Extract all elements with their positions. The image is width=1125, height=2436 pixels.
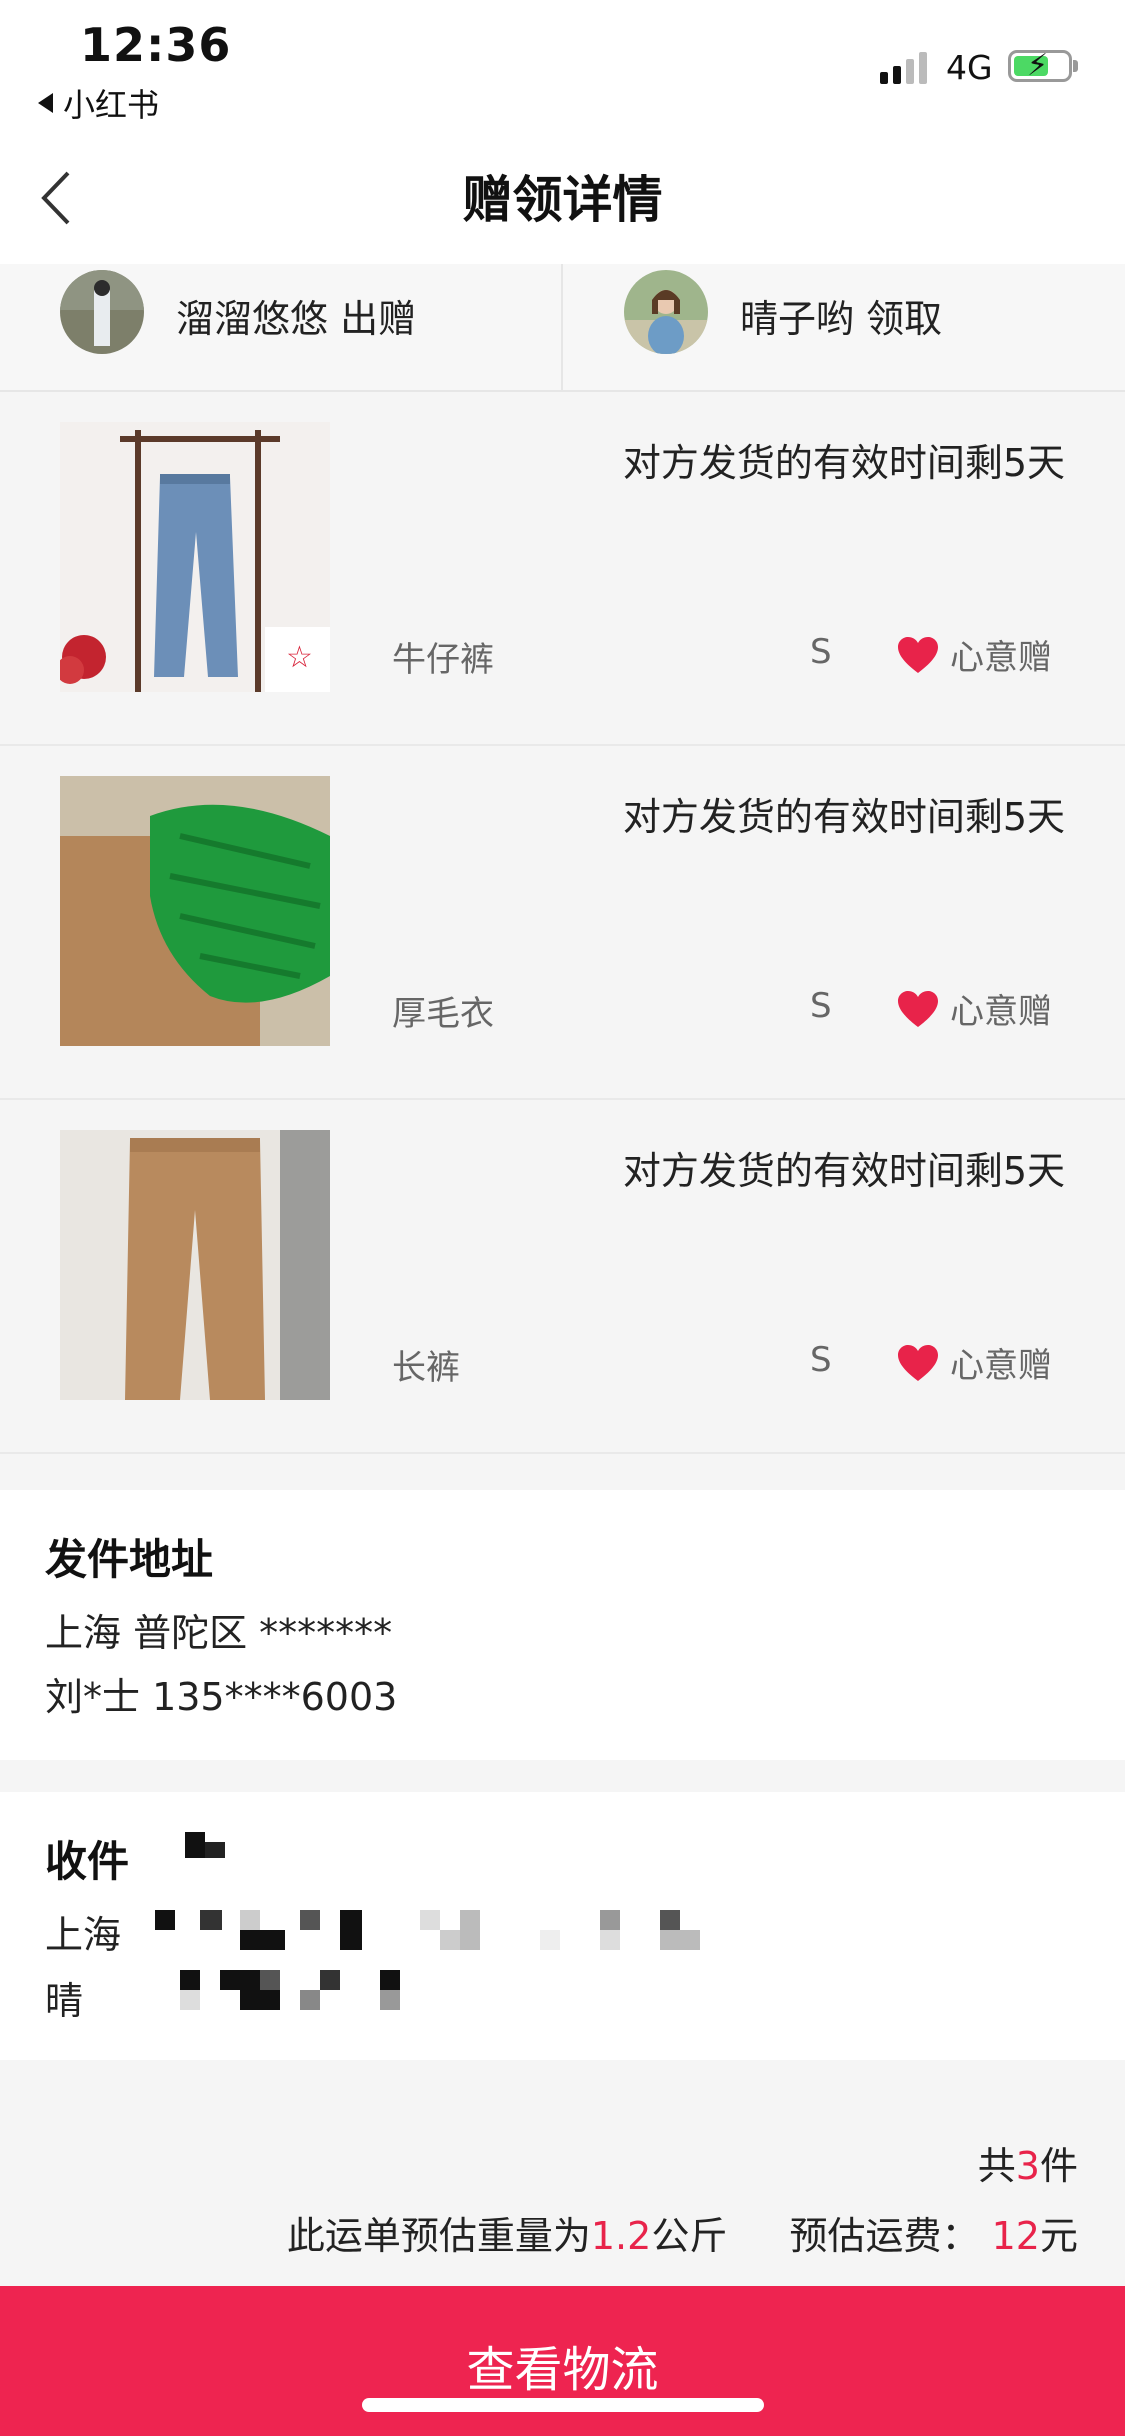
item-photo-sweater <box>60 776 330 1046</box>
home-indicator[interactable] <box>362 2398 764 2412</box>
ship-deadline: 对方发货的有效时间剩5天 <box>622 441 1065 485</box>
item-size: S <box>810 632 832 672</box>
receiver-info: 晴子哟 领取 <box>740 288 942 343</box>
receiver-contact-line: 晴 <box>45 1979 84 2023</box>
network-type: 4G <box>946 48 993 87</box>
charging-bolt-icon: ⚡ <box>1027 48 1049 83</box>
receiver-name[interactable]: 晴子哟 <box>740 297 854 341</box>
receiver-address-title: 收件 <box>45 1837 130 1886</box>
count-suffix: 件 <box>1039 2144 1078 2188</box>
receiver-avatar[interactable] <box>624 270 708 354</box>
fee-unit: 元 <box>1039 2214 1078 2258</box>
heart-icon <box>898 636 938 673</box>
receiver-address-line: 上海 <box>45 1913 122 1957</box>
item-name: 长裤 <box>392 1348 460 1388</box>
weight-and-fee: 此运单预估重量为1.2公斤 预估运费： 12元 <box>287 2205 1078 2260</box>
gift-item[interactable]: 对方发货的有效时间剩5天 长裤 S 心意赠 <box>0 1100 1125 1454</box>
gift-tag-label: 心意赠 <box>950 1346 1052 1386</box>
weight-prefix: 此运单预估重量为 <box>286 2214 591 2258</box>
battery-icon: ⚡ <box>1008 48 1072 83</box>
item-name: 牛仔裤 <box>392 640 494 680</box>
sender-contact-line: 刘*士 135****6003 <box>45 1675 398 1719</box>
item-size: S <box>810 1340 832 1380</box>
back-to-app-link[interactable]: 小红书 <box>38 80 159 126</box>
back-triangle-icon <box>38 93 53 113</box>
gift-tag: 心意赠 <box>896 1338 1052 1387</box>
item-size: S <box>810 986 832 1026</box>
giver-info: 溜溜悠悠 出赠 <box>176 288 416 343</box>
giver-avatar[interactable] <box>60 270 144 354</box>
weight-unit: 公斤 <box>651 2214 728 2258</box>
gift-tag-label: 心意赠 <box>950 638 1052 678</box>
heart-icon <box>898 1344 938 1381</box>
sender-address-line: 上海 普陀区 ******* <box>45 1611 393 1655</box>
item-name: 厚毛衣 <box>392 994 494 1034</box>
count-value: 3 <box>1015 2144 1040 2188</box>
receiver-address-section: 收件 上海 晴 <box>0 1792 1125 2062</box>
redaction-mosaic <box>155 1812 705 2062</box>
cellular-signal-icon <box>880 50 927 84</box>
weight-value: 1.2 <box>590 2214 652 2258</box>
fee-value: 12 <box>991 2214 1040 2258</box>
page-title: 赠领详情 <box>462 171 663 229</box>
receiver-action: 领取 <box>866 297 943 341</box>
svg-text:☆: ☆ <box>286 640 313 675</box>
back-app-label: 小红书 <box>63 86 160 124</box>
item-count: 共3件 <box>978 2135 1078 2190</box>
item-photo-jeans: ☆ <box>60 422 330 692</box>
status-time: 12:36 <box>80 18 232 72</box>
gift-item[interactable]: ☆ 对方发货的有效时间剩5天 牛仔裤 S 心意赠 <box>0 392 1125 746</box>
battery-cap <box>1073 60 1078 72</box>
section-gap <box>0 1454 1125 1490</box>
section-gap <box>0 1760 1125 1792</box>
sender-address-title: 发件地址 <box>45 1535 214 1584</box>
ship-deadline: 对方发货的有效时间剩5天 <box>622 795 1065 839</box>
count-prefix: 共 <box>977 2144 1016 2188</box>
fee-label: 预估运费： <box>789 2214 980 2258</box>
heart-icon <box>898 990 938 1027</box>
gift-parties-header: 溜溜悠悠 出赠 晴子哟 领取 <box>0 264 1125 392</box>
item-photo-trousers <box>60 1130 330 1400</box>
sender-address-section: 发件地址 上海 普陀区 ******* 刘*士 135****6003 <box>0 1490 1125 1760</box>
giver-name[interactable]: 溜溜悠悠 <box>176 297 328 341</box>
gift-tag-label: 心意赠 <box>950 992 1052 1032</box>
header-divider <box>561 264 563 392</box>
gift-tag: 心意赠 <box>896 984 1052 1033</box>
ship-deadline: 对方发货的有效时间剩5天 <box>622 1149 1065 1193</box>
gift-item[interactable]: 对方发货的有效时间剩5天 厚毛衣 S 心意赠 <box>0 746 1125 1100</box>
gift-tag: 心意赠 <box>896 630 1052 679</box>
giver-action: 出赠 <box>340 297 417 341</box>
view-logistics-label[interactable]: 查看物流 <box>0 2330 1125 2400</box>
